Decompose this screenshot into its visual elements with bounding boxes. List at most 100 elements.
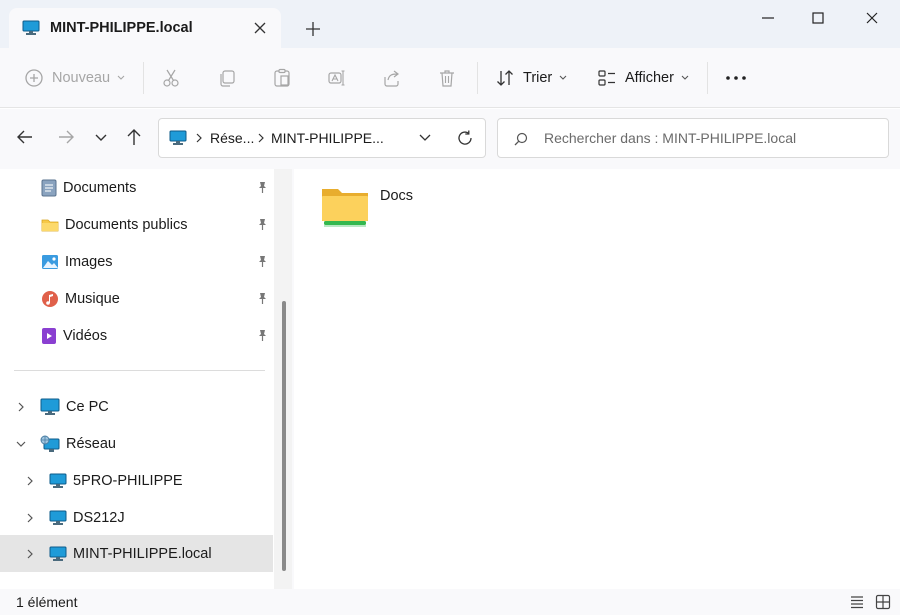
copy-button[interactable] [217, 48, 237, 108]
network-icon [40, 435, 60, 452]
chevron-down-icon [681, 75, 689, 80]
share-icon [384, 70, 399, 87]
paste-button[interactable] [272, 48, 292, 108]
computer-icon [49, 546, 67, 561]
sidebar-divider [14, 370, 265, 371]
sidebar-item-mint-philippe[interactable]: MINT-PHILIPPE.local [0, 535, 273, 572]
folder-icon [41, 219, 59, 231]
sidebar-item-images[interactable]: Images [0, 243, 273, 280]
breadcrumb-mint-philippe[interactable]: MINT-PHILIPPE... [271, 130, 384, 146]
view-button[interactable]: Afficher [597, 48, 689, 108]
chevron-right-icon[interactable] [16, 402, 26, 412]
search-placeholder: Rechercher dans : MINT-PHILIPPE.local [544, 130, 797, 146]
close-tab-icon[interactable] [251, 19, 269, 37]
chevron-right-icon[interactable] [25, 549, 35, 559]
sidebar-item-public-documents[interactable]: Documents publics [0, 206, 273, 243]
item-name: Docs [380, 188, 414, 204]
chevron-right-icon[interactable] [257, 133, 265, 143]
cut-button[interactable] [161, 48, 181, 108]
command-bar: Nouveau Trier Afficher [0, 48, 900, 108]
sidebar-item-5pro-philippe[interactable]: 5PRO-PHILIPPE [0, 462, 273, 499]
computer-icon [169, 130, 187, 145]
navigation-pane-content: Documents Documents publics Images Musiq… [0, 169, 292, 589]
title-bar: MINT-PHILIPPE.local [0, 0, 900, 48]
view-label: Afficher [625, 70, 674, 86]
status-bar: 1 élément [0, 589, 900, 615]
address-bar[interactable]: Rése... MINT-PHILIPPE... [158, 118, 486, 158]
sidebar-item-label: Vidéos [63, 327, 108, 344]
trash-icon [440, 70, 454, 87]
list-item[interactable]: Docs [320, 183, 416, 239]
back-arrow-icon[interactable] [14, 126, 36, 148]
rename-icon [328, 70, 345, 86]
clipboard-icon [274, 68, 290, 87]
breadcrumb-reseau[interactable]: Rése... [210, 130, 254, 146]
new-tab-icon[interactable] [304, 20, 322, 38]
address-history-chevron-icon[interactable] [418, 133, 432, 143]
sidebar-item-documents[interactable]: Documents [0, 169, 273, 206]
maximize-icon[interactable] [808, 10, 828, 26]
toolbar-divider [477, 62, 478, 94]
navigation-pane: Documents Documents publics Images Musiq… [0, 169, 294, 589]
file-list-area: Docs [294, 169, 900, 589]
sidebar-item-ds212j[interactable]: DS212J [0, 499, 273, 536]
chevron-right-icon[interactable] [25, 513, 35, 523]
sidebar-item-label: 5PRO-PHILIPPE [73, 472, 183, 489]
plus-circle-icon [25, 69, 43, 87]
copy-icon [220, 70, 235, 87]
sidebar-item-label: Ce PC [66, 398, 109, 415]
computer-icon [22, 20, 40, 35]
chevron-right-icon[interactable] [195, 133, 203, 143]
shared-folder-icon [322, 189, 368, 227]
sidebar-scrollbar-thumb[interactable] [282, 301, 286, 571]
pin-icon[interactable] [255, 254, 269, 268]
sidebar-item-this-pc[interactable]: Ce PC [0, 388, 273, 425]
sidebar-item-label: Images [65, 253, 113, 270]
search-icon [514, 132, 528, 146]
scissors-icon [163, 69, 179, 87]
new-button[interactable]: Nouveau [24, 48, 125, 108]
forward-arrow-icon[interactable] [55, 126, 77, 148]
chevron-down-icon[interactable] [16, 439, 26, 449]
sidebar-item-network[interactable]: Réseau [0, 425, 273, 462]
sidebar-item-videos[interactable]: Vidéos [0, 317, 273, 354]
sort-button[interactable]: Trier [495, 48, 567, 108]
details-view-icon[interactable] [849, 594, 865, 610]
rename-button[interactable] [327, 48, 347, 108]
share-button[interactable] [382, 48, 402, 108]
more-icon [726, 76, 746, 80]
up-arrow-icon[interactable] [123, 126, 145, 148]
toolbar-divider [707, 62, 708, 94]
pc-icon [40, 398, 60, 415]
sidebar-item-label: Réseau [66, 435, 116, 452]
music-icon [42, 290, 58, 307]
tab-mint-philippe[interactable]: MINT-PHILIPPE.local [9, 8, 281, 48]
pin-icon[interactable] [255, 291, 269, 305]
item-count: 1 élément [16, 594, 78, 610]
recent-locations-chevron-icon[interactable] [90, 126, 112, 148]
sidebar-item-label: Musique [65, 290, 120, 307]
chevron-right-icon[interactable] [25, 476, 35, 486]
sidebar-item-label: Documents [63, 179, 137, 196]
chevron-down-icon [559, 75, 567, 80]
pin-icon[interactable] [255, 180, 269, 194]
documents-icon [41, 179, 57, 196]
pin-icon[interactable] [255, 217, 269, 231]
tiles-view-icon[interactable] [875, 594, 891, 610]
pin-icon[interactable] [255, 328, 269, 342]
sidebar-item-music[interactable]: Musique [0, 280, 273, 317]
minimize-icon[interactable] [758, 10, 778, 26]
sort-icon [497, 70, 513, 86]
view-layout-icon [598, 70, 615, 86]
computer-icon [49, 510, 67, 525]
search-box[interactable]: Rechercher dans : MINT-PHILIPPE.local [497, 118, 889, 158]
refresh-icon[interactable] [456, 129, 474, 147]
sort-label: Trier [523, 70, 553, 86]
videos-icon [42, 327, 56, 344]
close-window-icon[interactable] [862, 10, 882, 26]
delete-button[interactable] [437, 48, 457, 108]
chevron-down-icon [117, 75, 125, 80]
more-options-button[interactable] [725, 48, 747, 108]
sidebar-item-label: DS212J [73, 509, 125, 526]
computer-icon [49, 473, 67, 488]
